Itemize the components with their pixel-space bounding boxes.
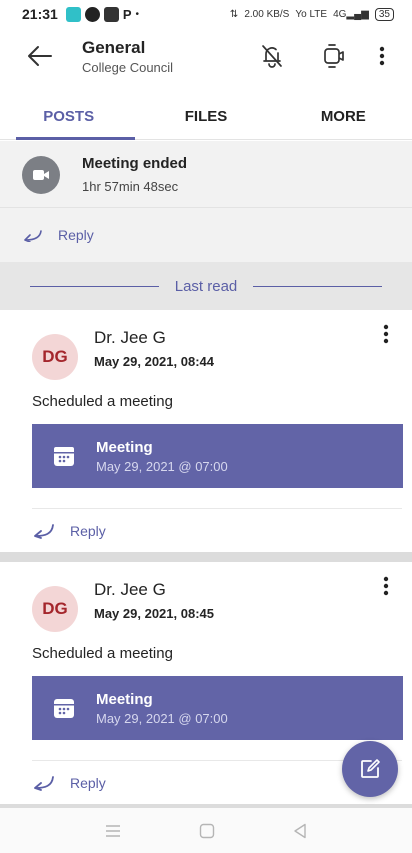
meeting-card[interactable]: Meeting May 29, 2021 @ 07:00 [32, 424, 403, 488]
dot-notification-icon: • [135, 8, 139, 20]
avatar[interactable]: DG [32, 334, 78, 380]
meeting-time: May 29, 2021 @ 07:00 [96, 710, 228, 726]
signal-icon: 4G▂▄▆ [333, 8, 369, 20]
tab-more[interactable]: MORE [275, 94, 412, 139]
new-post-button[interactable] [342, 741, 398, 797]
volte-indicator: Yo LTE [295, 8, 328, 20]
menu-icon[interactable] [105, 824, 121, 838]
reply-button[interactable]: Reply [32, 508, 402, 552]
last-read-divider: Last read [0, 262, 412, 310]
channel-title-block: General College Council [82, 38, 173, 75]
post-header: DG Dr. Jee G May 29, 2021, 08:45 [0, 562, 412, 632]
author-name: Dr. Jee G [94, 580, 166, 599]
post-separator [0, 552, 412, 562]
calendar-icon [54, 699, 74, 718]
system-nav-bar [0, 808, 412, 853]
divider-line-right [253, 285, 383, 287]
post-text: Scheduled a meeting [32, 645, 173, 662]
post-more-button[interactable] [374, 572, 398, 600]
photo-notification-icon [103, 6, 119, 22]
author-block: Dr. Jee G May 29, 2021, 08:44 [94, 328, 214, 369]
more-vertical-icon [383, 576, 389, 596]
battery-icon: 35 [374, 7, 394, 21]
p-notification-icon: P [122, 6, 132, 22]
author-name: Dr. Jee G [94, 328, 166, 347]
tab-files[interactable]: FILES [137, 94, 274, 139]
calendar-icon [54, 447, 74, 466]
status-bar: 21:31 P • ⇅ 2.00 KB/S Yo LTE 4G▂▄▆ 35 [0, 0, 412, 28]
channel-header: General College Council [0, 28, 412, 84]
status-app-icons: P • [65, 6, 139, 22]
video-call-icon [324, 44, 344, 68]
chat-notification-icon [84, 6, 100, 22]
meeting-card-text: Meeting May 29, 2021 @ 07:00 [96, 439, 228, 474]
reply-arrow-icon [34, 523, 54, 539]
divider-line-left [30, 285, 159, 287]
tab-posts[interactable]: POSTS [0, 94, 137, 140]
reply-arrow-icon [34, 775, 54, 791]
reply-arrow-icon [24, 230, 42, 242]
meeting-card-text: Meeting May 29, 2021 @ 07:00 [96, 691, 228, 726]
post-text: Scheduled a meeting [32, 393, 173, 410]
meeting-duration: 1hr 57min 48sec [82, 179, 179, 194]
signal-label: 4G [333, 8, 347, 20]
meeting-camera-icon [22, 155, 60, 194]
post-more-button[interactable] [374, 320, 398, 348]
meeting-ended-post: Meeting ended 1hr 57min 48sec Reply [0, 141, 412, 262]
reply-label: Reply [58, 227, 94, 243]
post-header: DG Dr. Jee G May 29, 2021, 08:44 [0, 310, 412, 380]
compose-icon [361, 759, 380, 778]
network-speed-value: 2.00 [244, 8, 264, 20]
header-actions [232, 34, 404, 78]
reply-label: Reply [70, 774, 106, 791]
avatar[interactable]: DG [32, 586, 78, 632]
post-card: DG Dr. Jee G May 29, 2021, 08:44 Schedul… [0, 310, 412, 552]
more-vertical-icon [379, 46, 385, 66]
meeting-title: Meeting [96, 690, 153, 708]
post-timestamp: May 29, 2021, 08:44 [94, 354, 214, 369]
post-timestamp: May 29, 2021, 08:45 [94, 606, 214, 621]
reply-label: Reply [70, 522, 106, 539]
back-triangle-icon[interactable] [293, 823, 307, 839]
meeting-ended-title: Meeting ended [82, 155, 188, 172]
more-vertical-icon [383, 324, 389, 344]
status-time: 21:31 [22, 6, 58, 22]
back-button[interactable] [12, 28, 68, 84]
meeting-title: Meeting [96, 438, 153, 456]
more-options-button[interactable] [360, 34, 404, 78]
back-arrow-icon [28, 46, 52, 66]
status-right: ⇅ 2.00 KB/S Yo LTE 4G▂▄▆ 35 [229, 7, 394, 21]
network-speed-unit: KB/S [266, 8, 290, 20]
meet-now-button[interactable] [312, 34, 356, 78]
meeting-ended-row: Meeting ended 1hr 57min 48sec [0, 141, 412, 194]
home-icon[interactable] [199, 823, 215, 839]
app-notification-icon [65, 6, 81, 22]
notifications-button[interactable] [250, 34, 294, 78]
team-name: College Council [82, 59, 174, 75]
last-read-label: Last read [174, 277, 238, 295]
channel-tabs: POSTS FILES MORE [0, 94, 412, 140]
reply-button[interactable]: Reply [0, 207, 412, 262]
author-block: Dr. Jee G May 29, 2021, 08:45 [94, 580, 214, 621]
hotspot-icon: ⇅ [229, 8, 239, 20]
meeting-time: May 29, 2021 @ 07:00 [96, 458, 228, 474]
meeting-ended-text: Meeting ended 1hr 57min 48sec [82, 155, 187, 194]
network-speed: 2.00 KB/S [244, 9, 289, 20]
meeting-card[interactable]: Meeting May 29, 2021 @ 07:00 [32, 676, 403, 740]
channel-title: General [82, 37, 146, 57]
notifications-off-icon [262, 45, 282, 68]
